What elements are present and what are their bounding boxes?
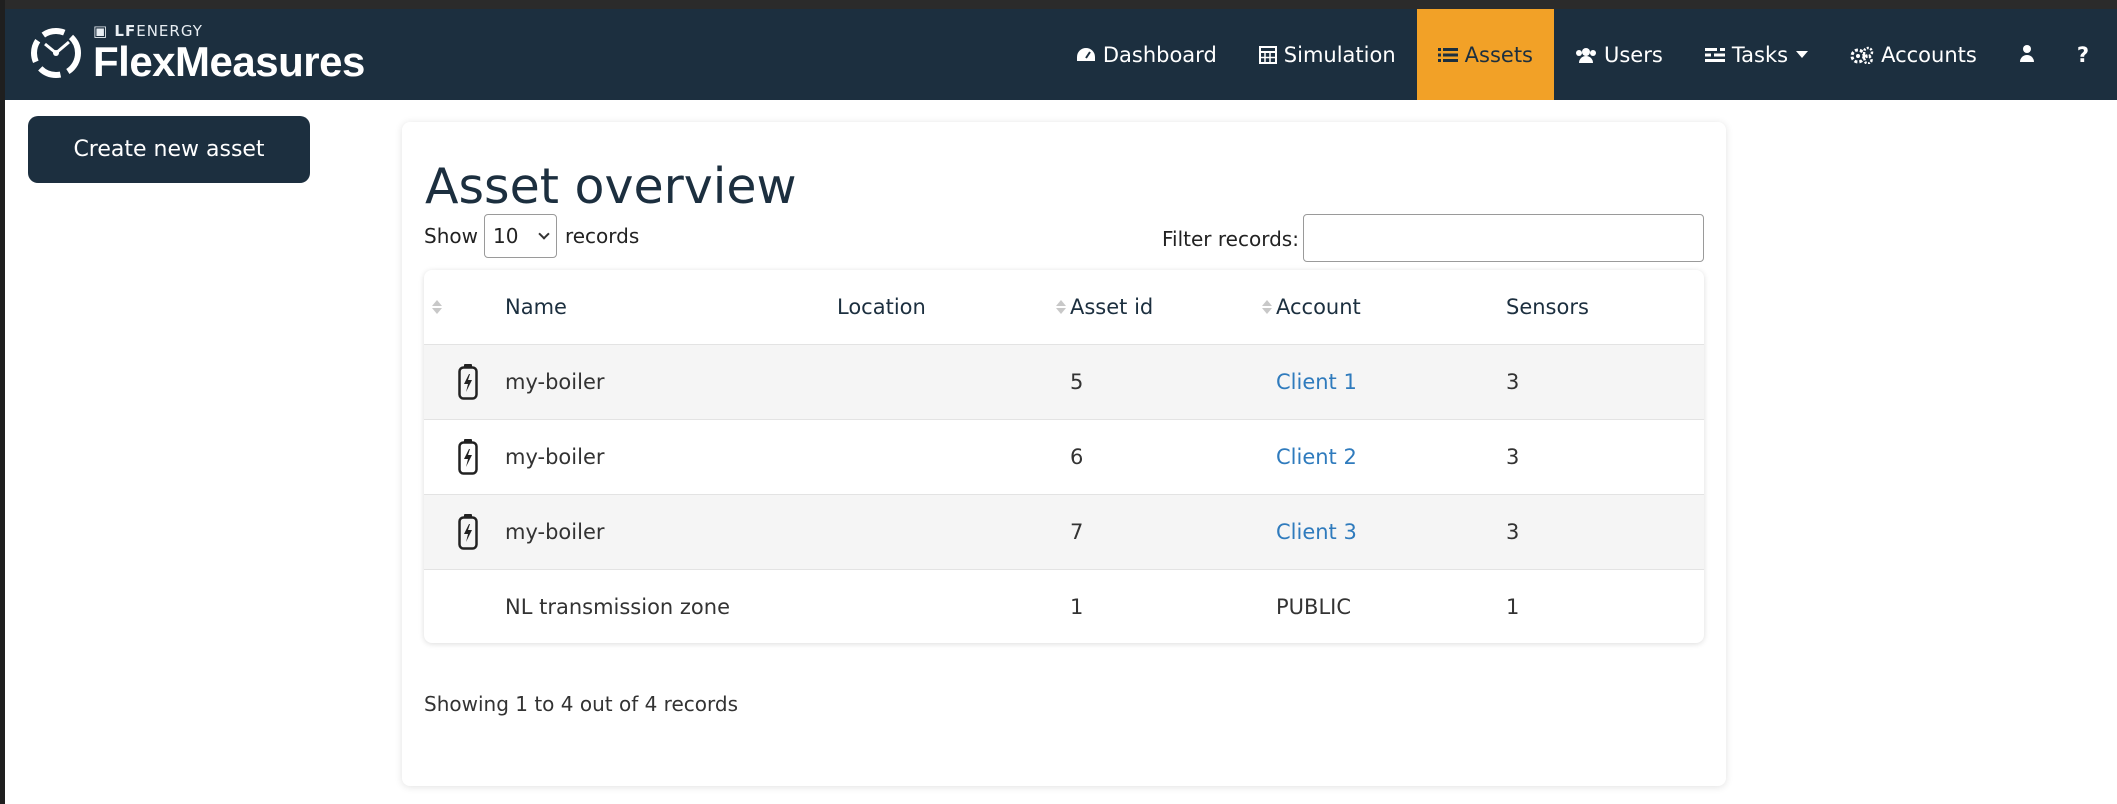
nav-tasks[interactable]: Tasks: [1684, 9, 1829, 100]
list-icon: [1437, 47, 1458, 63]
nav-label: Dashboard: [1102, 42, 1217, 67]
header-sensors[interactable]: Sensors: [1506, 270, 1589, 344]
asset-name[interactable]: my-boiler: [505, 345, 605, 419]
nav-simulation[interactable]: Simulation: [1238, 9, 1417, 100]
sort-icon: [1056, 300, 1066, 314]
sensor-count: 1: [1506, 595, 1520, 619]
asset-id: 7: [1070, 520, 1084, 544]
brand-name: FlexMeasures: [93, 37, 365, 85]
table-row[interactable]: my-boiler 6 Client 2 3: [424, 419, 1704, 494]
nav-help[interactable]: ?: [2056, 9, 2117, 100]
length-control: Show 10 records: [424, 214, 639, 258]
records-per-page-select[interactable]: 10: [483, 214, 557, 258]
account-link[interactable]: Client 2: [1276, 420, 1357, 494]
top-navbar: ▣ LFENERGY FlexMeasures Dashboard Simula…: [5, 9, 2117, 100]
nav-label: Users: [1604, 42, 1663, 67]
account-name: PUBLIC: [1276, 595, 1351, 619]
asset-id: 6: [1070, 445, 1084, 469]
dashboard-icon: [1076, 47, 1096, 63]
user-icon: [2019, 43, 2035, 67]
sort-icon: [1262, 300, 1272, 314]
nav-label: Assets: [1464, 42, 1533, 67]
header-location[interactable]: Location: [837, 270, 926, 344]
account-link[interactable]: Client 1: [1276, 345, 1357, 419]
brand-tagline: ▣ LFENERGY: [93, 21, 203, 40]
asset-name[interactable]: my-boiler: [505, 420, 605, 494]
sort-icon: [432, 300, 442, 314]
page-title: Asset overview: [425, 158, 797, 215]
header-asset-id[interactable]: Asset id: [1056, 270, 1153, 344]
create-new-asset-button[interactable]: Create new asset: [28, 116, 310, 183]
nav-accounts[interactable]: Accounts: [1829, 9, 1998, 100]
cogs-icon: [1850, 46, 1874, 64]
calculator-icon: [1258, 45, 1277, 64]
header-account[interactable]: Account: [1262, 270, 1361, 344]
asset-name[interactable]: NL transmission zone: [505, 570, 730, 643]
sort-indicator[interactable]: [432, 270, 446, 344]
chevron-down-icon: [1796, 51, 1809, 58]
help-icon: ?: [2076, 42, 2089, 67]
battery-icon: [458, 345, 478, 419]
header-label: Asset id: [1070, 295, 1154, 319]
nav-users[interactable]: Users: [1554, 9, 1684, 100]
table-row[interactable]: NL transmission zone 1 PUBLIC 1: [424, 569, 1704, 643]
sensor-count: 3: [1506, 520, 1520, 544]
asset-id: 5: [1070, 370, 1084, 394]
records-label: records: [564, 224, 640, 248]
assets-table: Name Location Asset id Account Sensors m…: [424, 270, 1704, 643]
chevron-down-icon: [538, 228, 550, 240]
window-left-border: [0, 0, 5, 804]
asset-name[interactable]: my-boiler: [505, 495, 605, 569]
battery-icon: [458, 495, 478, 569]
brand[interactable]: ▣ LFENERGY FlexMeasures: [27, 23, 365, 83]
filter-records-input[interactable]: [1303, 214, 1704, 262]
battery-icon: [458, 420, 478, 494]
nav-user[interactable]: [1998, 9, 2056, 100]
users-icon: [1575, 47, 1597, 63]
tasks-icon: [1704, 47, 1725, 63]
table-info: Showing 1 to 4 out of 4 records: [424, 692, 738, 716]
table-row[interactable]: my-boiler 5 Client 1 3: [424, 344, 1704, 419]
nav-label: Tasks: [1731, 42, 1789, 67]
sensor-count: 3: [1506, 445, 1520, 469]
nav-label: Accounts: [1881, 42, 1977, 67]
asset-id: 1: [1070, 595, 1084, 619]
filter-label: Filter records:: [1162, 227, 1299, 251]
header-label: Account: [1276, 295, 1361, 319]
window-top-border: [0, 0, 2117, 9]
show-label: Show: [424, 224, 478, 248]
records-per-page-value: 10: [492, 224, 519, 248]
nav-assets[interactable]: Assets: [1416, 9, 1554, 100]
nav-dashboard[interactable]: Dashboard: [1055, 9, 1238, 100]
header-name[interactable]: Name: [505, 270, 567, 344]
account-link[interactable]: Client 3: [1276, 495, 1357, 569]
nav-menu: Dashboard Simulation Assets Users Tasks: [1055, 9, 2117, 100]
table-header: Name Location Asset id Account Sensors: [424, 270, 1704, 344]
sensor-count: 3: [1506, 370, 1520, 394]
flexmeasures-logo-icon: [31, 28, 81, 78]
nav-label: Simulation: [1283, 42, 1396, 67]
table-row[interactable]: my-boiler 7 Client 3 3: [424, 494, 1704, 569]
